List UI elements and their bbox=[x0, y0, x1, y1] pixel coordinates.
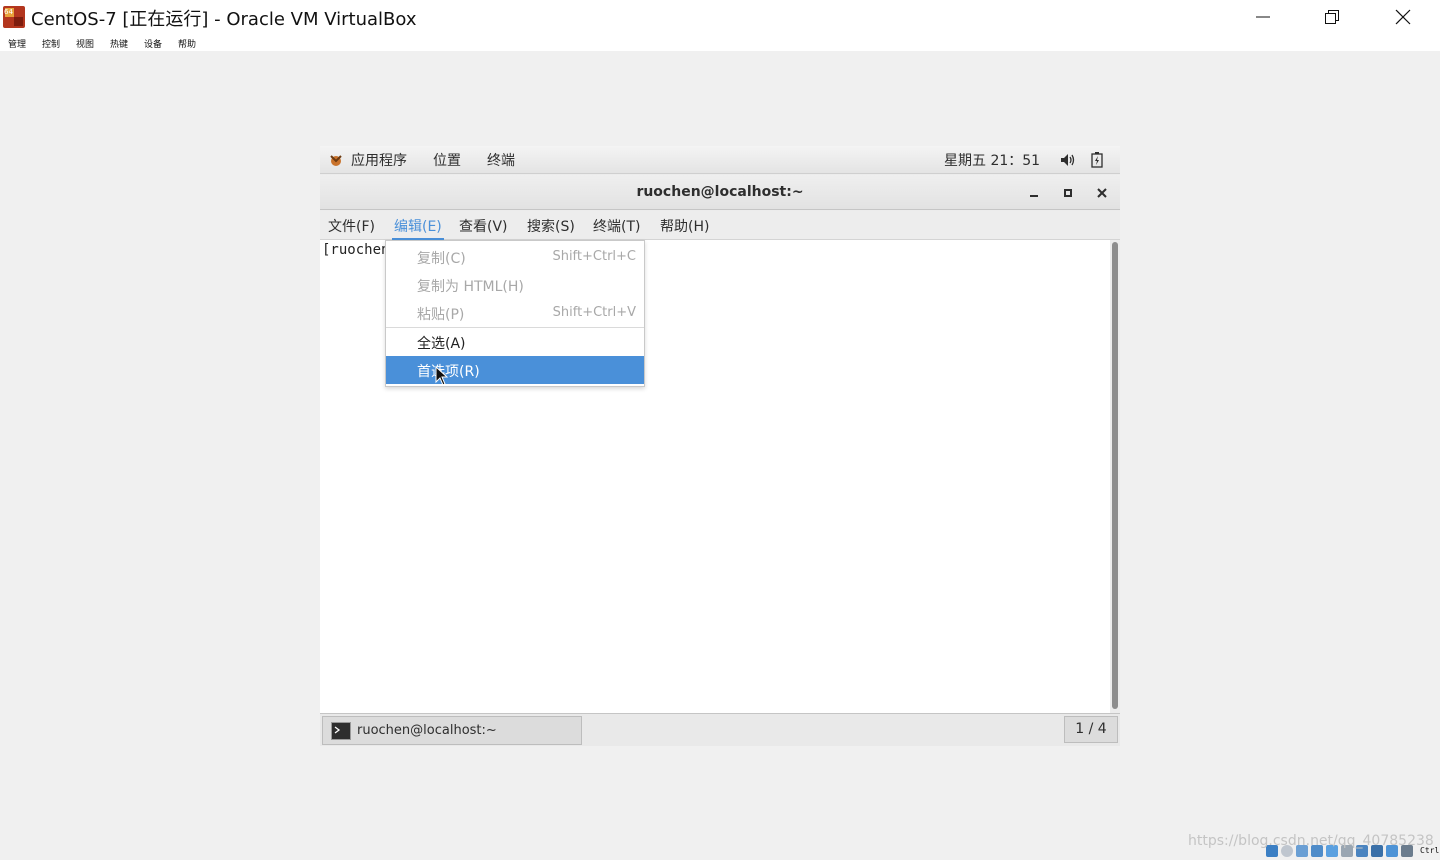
close-icon bbox=[1097, 188, 1107, 198]
vbox-menu-control[interactable]: 控制 bbox=[42, 37, 60, 50]
minimize-button[interactable] bbox=[1240, 0, 1286, 34]
close-button[interactable] bbox=[1380, 0, 1426, 34]
workspace-indicator[interactable]: 1 / 4 bbox=[1064, 716, 1118, 743]
terminal-scrollbar[interactable] bbox=[1110, 240, 1120, 713]
menu-item-preferences[interactable]: 首选项(R) bbox=[386, 356, 644, 384]
window-list-bar: ruochen@localhost:~ 1 / 4 bbox=[320, 713, 1120, 746]
menu-item-copy[interactable]: 复制(C) Shift+Ctrl+C bbox=[386, 243, 644, 271]
terminal-close-button[interactable] bbox=[1092, 183, 1112, 203]
menu-item-select-all[interactable]: 全选(A) bbox=[386, 328, 644, 356]
gnome-top-bar: 应用程序 位置 终端 星期五 21：51 bbox=[320, 146, 1120, 174]
menu-view[interactable]: 查看(V) bbox=[459, 216, 508, 240]
terminal-titlebar: ruochen@localhost:~ bbox=[320, 175, 1120, 210]
menu-item-copy-label: 复制(C) bbox=[417, 251, 466, 267]
edit-menu-dropdown: 复制(C) Shift+Ctrl+C 复制为 HTML(H) 粘贴(P) Shi… bbox=[385, 240, 645, 387]
vbox-menubar: 管理 控制 视图 热键 设备 帮助 bbox=[0, 36, 1440, 51]
svg-text:64: 64 bbox=[4, 8, 13, 16]
menu-item-copy-shortcut: Shift+Ctrl+C bbox=[552, 249, 636, 264]
battery-icon[interactable] bbox=[1090, 152, 1104, 172]
applications-menu[interactable]: 应用程序 bbox=[351, 150, 407, 170]
restore-icon bbox=[1325, 10, 1339, 24]
menu-search[interactable]: 搜索(S) bbox=[527, 216, 575, 240]
menu-item-copy-html-label: 复制为 HTML(H) bbox=[417, 279, 524, 295]
minimize-icon bbox=[1030, 195, 1038, 197]
watermark: https://blog.csdn.net/qq_40785238 bbox=[1188, 833, 1434, 849]
taskbar-window-label: ruochen@localhost:~ bbox=[357, 723, 497, 738]
menu-item-copy-html[interactable]: 复制为 HTML(H) bbox=[386, 271, 644, 299]
guest-screen[interactable]: 应用程序 位置 终端 星期五 21：51 ruochen@localhost:~ bbox=[320, 146, 1120, 746]
vbox-menu-hotkeys[interactable]: 热键 bbox=[110, 37, 128, 50]
clock[interactable]: 星期五 21：51 bbox=[944, 150, 1040, 170]
vbox-menu-manage[interactable]: 管理 bbox=[8, 37, 26, 50]
minimize-icon bbox=[1256, 16, 1270, 18]
terminal-maximize-button[interactable] bbox=[1058, 183, 1078, 203]
virtualbox-app-icon: 64 bbox=[2, 5, 26, 29]
menu-item-paste[interactable]: 粘贴(P) Shift+Ctrl+V bbox=[386, 299, 644, 327]
vbox-menu-help[interactable]: 帮助 bbox=[178, 37, 196, 50]
terminal-icon bbox=[331, 722, 351, 740]
menu-edit[interactable]: 编辑(E) bbox=[392, 216, 444, 240]
places-menu[interactable]: 位置 bbox=[433, 150, 461, 170]
menu-item-paste-shortcut: Shift+Ctrl+V bbox=[552, 305, 636, 320]
maximize-icon bbox=[1064, 189, 1072, 197]
menu-item-select-all-label: 全选(A) bbox=[417, 336, 466, 352]
vbox-menu-devices[interactable]: 设备 bbox=[144, 37, 162, 50]
applications-icon bbox=[328, 152, 344, 172]
vbox-titlebar: 64 CentOS-7 [正在运行] - Oracle VM VirtualBo… bbox=[0, 0, 1440, 36]
volume-icon[interactable] bbox=[1060, 152, 1076, 172]
window-title: CentOS-7 [正在运行] - Oracle VM VirtualBox bbox=[31, 9, 417, 30]
scrollbar-thumb[interactable] bbox=[1112, 242, 1118, 709]
terminal-title: ruochen@localhost:~ bbox=[636, 184, 804, 200]
menu-file[interactable]: 文件(F) bbox=[328, 216, 375, 240]
vbox-menu-view[interactable]: 视图 bbox=[76, 37, 94, 50]
shell-prompt: [ruochen bbox=[322, 242, 390, 258]
restore-button[interactable] bbox=[1309, 0, 1355, 34]
menu-help[interactable]: 帮助(H) bbox=[660, 216, 709, 240]
taskbar-terminal-button[interactable]: ruochen@localhost:~ bbox=[322, 716, 582, 745]
menu-item-paste-label: 粘贴(P) bbox=[417, 307, 465, 323]
menu-terminal[interactable]: 终端(T) bbox=[593, 216, 640, 240]
terminal-menubar: 文件(F) 编辑(E) 查看(V) 搜索(S) 终端(T) 帮助(H) bbox=[320, 211, 1120, 240]
close-icon bbox=[1395, 9, 1411, 25]
mouse-cursor-icon bbox=[435, 365, 449, 390]
terminal-app-menu[interactable]: 终端 bbox=[487, 150, 515, 170]
terminal-minimize-button[interactable] bbox=[1024, 183, 1044, 203]
